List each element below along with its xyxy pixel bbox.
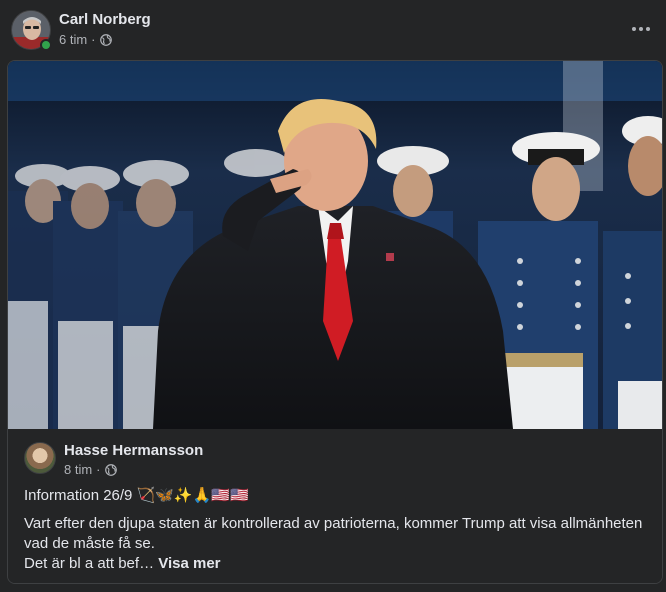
shared-post-text-main: Vart efter den djupa staten är kontrolle… <box>24 515 643 552</box>
more-options-icon <box>646 27 650 31</box>
globe-icon[interactable] <box>104 463 117 476</box>
globe-icon[interactable] <box>99 33 112 46</box>
more-options-button[interactable] <box>626 14 656 44</box>
shared-post-text: Vart efter den djupa staten är kontrolle… <box>24 514 654 574</box>
post-author-name[interactable]: Carl Norberg <box>59 11 151 28</box>
post-header: Carl Norberg 6 tim · <box>0 0 666 60</box>
more-options-icon <box>639 27 643 31</box>
online-status-indicator <box>40 39 52 51</box>
shared-author-name[interactable]: Hasse Hermansson <box>64 442 203 459</box>
shared-author-avatar[interactable] <box>24 442 56 474</box>
meta-separator: · <box>96 462 101 477</box>
shared-post-headline: Information 26/9 🏹🦋✨🙏🇺🇸🇺🇸 <box>24 487 249 504</box>
shared-timestamp[interactable]: 8 tim <box>64 462 92 477</box>
meta-separator: · <box>91 32 96 47</box>
shared-post-meta: 8 tim · <box>64 462 117 477</box>
shared-post-image[interactable] <box>8 61 662 429</box>
more-options-icon <box>632 27 636 31</box>
shared-post-text-second: Det är bl a att bef… Visa mer <box>24 554 654 574</box>
shared-post-text-truncated: Det är bl a att bef… <box>24 555 155 572</box>
post-meta: 6 tim · <box>59 32 112 47</box>
shared-post-body: Hasse Hermansson 8 tim · Information 26/… <box>8 429 662 583</box>
post-timestamp[interactable]: 6 tim <box>59 32 87 47</box>
shared-post-card[interactable]: Hasse Hermansson 8 tim · Information 26/… <box>7 60 663 584</box>
salute-photo <box>8 61 662 429</box>
see-more-link[interactable]: Visa mer <box>158 555 220 572</box>
author-avatar[interactable] <box>11 10 52 51</box>
